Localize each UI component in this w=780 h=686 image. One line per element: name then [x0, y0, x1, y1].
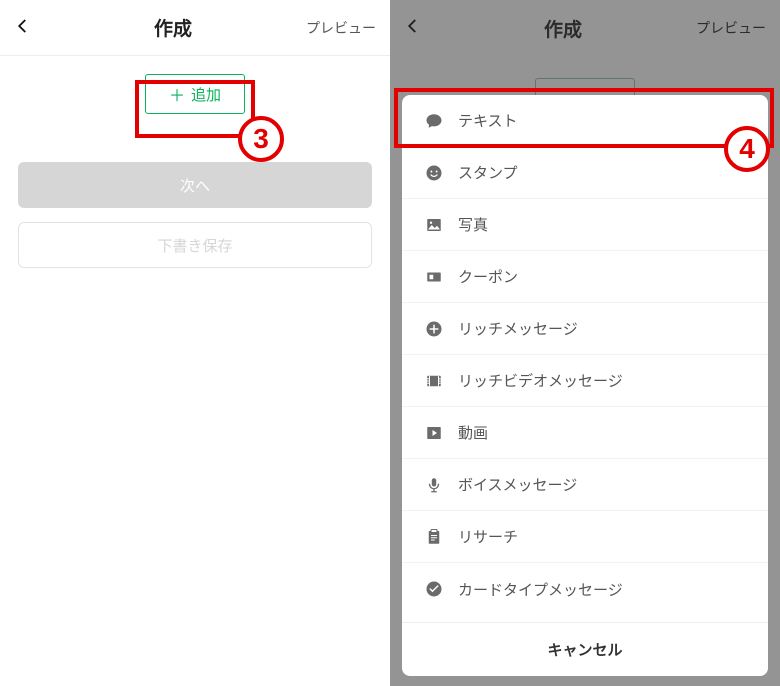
play-icon [424, 423, 444, 443]
menu-item-label: 写真 [458, 214, 488, 235]
add-button[interactable]: ＋ 追加 [145, 74, 245, 114]
menu-item-label: クーポン [458, 266, 518, 287]
clipboard-icon [424, 527, 444, 547]
menu-item-card[interactable]: カードタイプメッセージ [402, 563, 768, 615]
add-button-label: 追加 [191, 84, 221, 105]
menu-item-label: リサーチ [458, 526, 518, 547]
next-button[interactable]: 次へ [18, 162, 372, 208]
page-title: 作成 [40, 14, 306, 41]
preview-link[interactable]: プレビュー [306, 18, 376, 38]
header: 作成 プレビュー [0, 0, 390, 56]
cancel-button[interactable]: キャンセル [402, 622, 768, 676]
menu-item-label: テキスト [458, 110, 518, 131]
menu-item-label: スタンプ [458, 162, 518, 183]
card-icon [424, 579, 444, 599]
film-icon [424, 371, 444, 391]
chat-icon [424, 111, 444, 131]
right-screenshot: 作成 プレビュー テキストスタンプ写真クーポンリッチメッセージリッチビデオメッセ… [390, 0, 780, 686]
mic-icon [424, 475, 444, 495]
menu-item-ticket[interactable]: クーポン [402, 251, 768, 303]
smile-icon [424, 163, 444, 183]
image-icon [424, 215, 444, 235]
menu-item-chat[interactable]: テキスト [402, 95, 768, 147]
menu-item-play[interactable]: 動画 [402, 407, 768, 459]
left-screenshot: 作成 プレビュー ＋ 追加 次へ 下書き保存 3 [0, 0, 390, 686]
menu-item-label: リッチメッセージ [458, 318, 578, 339]
menu-item-smile[interactable]: スタンプ [402, 147, 768, 199]
add-menu-sheet: テキストスタンプ写真クーポンリッチメッセージリッチビデオメッセージ動画ボイスメッ… [402, 95, 768, 676]
menu-item-clipboard[interactable]: リサーチ [402, 511, 768, 563]
menu-item-label: ボイスメッセージ [458, 474, 577, 495]
back-icon[interactable] [14, 15, 40, 41]
menu-item-mic[interactable]: ボイスメッセージ [402, 459, 768, 511]
menu-item-image[interactable]: 写真 [402, 199, 768, 251]
menu-list: テキストスタンプ写真クーポンリッチメッセージリッチビデオメッセージ動画ボイスメッ… [402, 95, 768, 622]
menu-item-label: リッチビデオメッセージ [458, 370, 623, 391]
menu-item-label: 動画 [458, 422, 488, 443]
menu-item-plus-circle[interactable]: リッチメッセージ [402, 303, 768, 355]
menu-item-film[interactable]: リッチビデオメッセージ [402, 355, 768, 407]
plus-icon: ＋ [169, 82, 185, 106]
menu-item-label: カードタイプメッセージ [458, 579, 623, 600]
ticket-icon [424, 267, 444, 287]
plus-circle-icon [424, 319, 444, 339]
save-draft-button[interactable]: 下書き保存 [18, 222, 372, 268]
